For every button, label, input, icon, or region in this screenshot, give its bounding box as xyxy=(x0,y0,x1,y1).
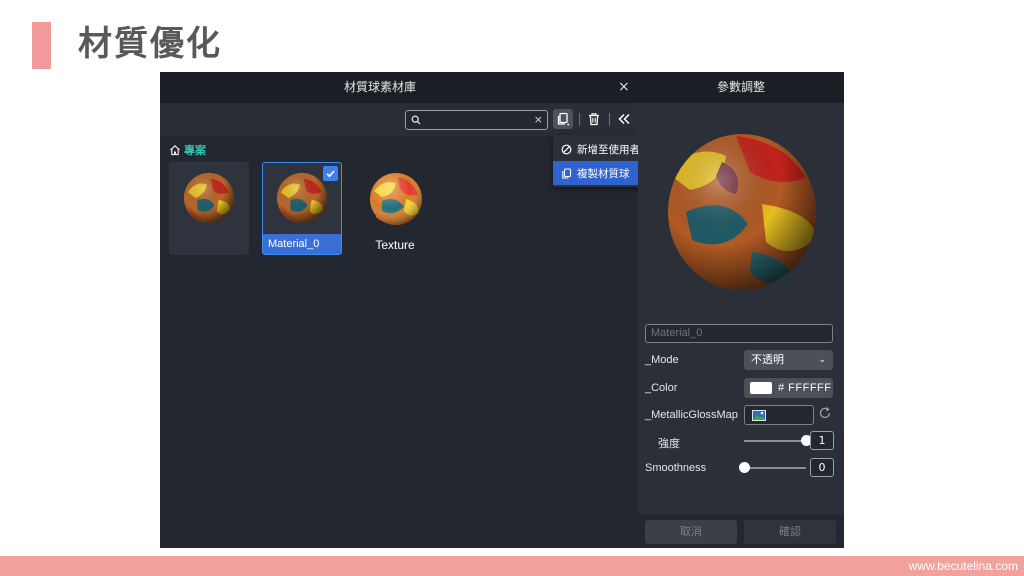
checkmark-icon xyxy=(323,166,338,181)
color-field[interactable]: # FFFFFF xyxy=(744,378,833,398)
library-toolbar: × xyxy=(160,103,638,136)
image-icon xyxy=(752,410,766,421)
smoothness-slider-track[interactable] xyxy=(744,467,806,469)
strength-label: 強度 xyxy=(658,438,680,450)
mode-label: _Mode xyxy=(645,354,679,366)
no-entry-icon xyxy=(561,144,572,154)
close-icon[interactable]: × xyxy=(618,72,630,103)
menu-item-label: 複製材質球 xyxy=(577,167,630,180)
breadcrumb-label: 專案 xyxy=(184,144,206,157)
dialog-button-bar: 取消 確認 xyxy=(638,514,844,548)
slide-title: 材質優化 xyxy=(78,24,222,64)
material-name: Material_0 xyxy=(263,234,341,254)
chevron-down-icon: ⌄ xyxy=(818,355,826,365)
mode-select[interactable]: 不透明 ⌄ xyxy=(744,350,833,370)
parameters-panel: 參數調整 Material_0 _Mode 不透明 ⌄ _Color # FFF… xyxy=(638,72,844,548)
search-input[interactable] xyxy=(426,112,534,128)
material-thumbnail xyxy=(183,172,235,224)
metallic-gloss-map-label: _MetallicGlossMap xyxy=(645,409,738,421)
double-chevron-left-icon xyxy=(618,113,630,125)
footer-bar: www.becutelina.com xyxy=(0,556,1024,576)
cancel-button[interactable]: 取消 xyxy=(645,520,737,544)
trash-icon xyxy=(589,113,599,126)
texture-card[interactable]: Texture xyxy=(355,162,435,255)
texture-name: Texture xyxy=(375,238,415,252)
library-header: 材質球素材庫 × xyxy=(160,72,638,103)
toolbar-divider xyxy=(579,113,580,126)
smoothness-slider-handle[interactable] xyxy=(738,462,750,473)
footer-url: www.becutelina.com xyxy=(908,559,1018,573)
color-hex-value: # FFFFFF xyxy=(778,382,832,394)
texture-thumbnail xyxy=(370,173,422,225)
breadcrumb[interactable]: 專案 xyxy=(169,142,206,158)
material-thumbnail xyxy=(276,172,328,224)
mode-value: 不透明 xyxy=(751,353,784,366)
copy-icon xyxy=(562,167,572,179)
material-editor-window: 材質球素材庫 × × 專案 Material_0 Texture 新增至使用者材… xyxy=(160,72,844,548)
strength-slider-track[interactable] xyxy=(744,440,806,442)
color-label: _Color xyxy=(645,382,678,394)
parameters-title: 參數調整 xyxy=(638,72,844,103)
material-card[interactable] xyxy=(169,162,249,255)
toolbar-divider xyxy=(609,113,610,126)
color-swatch[interactable] xyxy=(750,382,772,394)
material-card-selected[interactable]: Material_0 xyxy=(262,162,342,255)
search-icon xyxy=(411,115,421,125)
material-name xyxy=(169,235,249,255)
smoothness-value-field[interactable]: 0 xyxy=(810,458,834,477)
home-icon xyxy=(170,144,180,156)
collapse-button[interactable] xyxy=(614,109,634,129)
smoothness-label: Smoothness xyxy=(645,462,707,474)
material-name-field[interactable]: Material_0 xyxy=(645,324,833,343)
delete-button[interactable] xyxy=(584,109,604,129)
slide: 材質優化 材質球素材庫 × × 專案 Material_0 Texture 新增… xyxy=(0,0,1024,576)
copy-icon xyxy=(557,112,570,126)
copy-menu-button[interactable] xyxy=(553,109,573,129)
reset-icon[interactable] xyxy=(818,406,832,420)
confirm-button[interactable]: 確認 xyxy=(744,520,836,544)
search-box[interactable]: × xyxy=(405,110,548,130)
title-accent-bar xyxy=(32,22,51,69)
strength-value-field[interactable]: 1 xyxy=(810,431,834,450)
metallic-gloss-map-slot[interactable] xyxy=(744,405,814,425)
search-clear-icon[interactable]: × xyxy=(534,111,543,129)
library-title: 材質球素材庫 xyxy=(343,80,416,94)
material-preview-sphere[interactable] xyxy=(666,132,818,292)
